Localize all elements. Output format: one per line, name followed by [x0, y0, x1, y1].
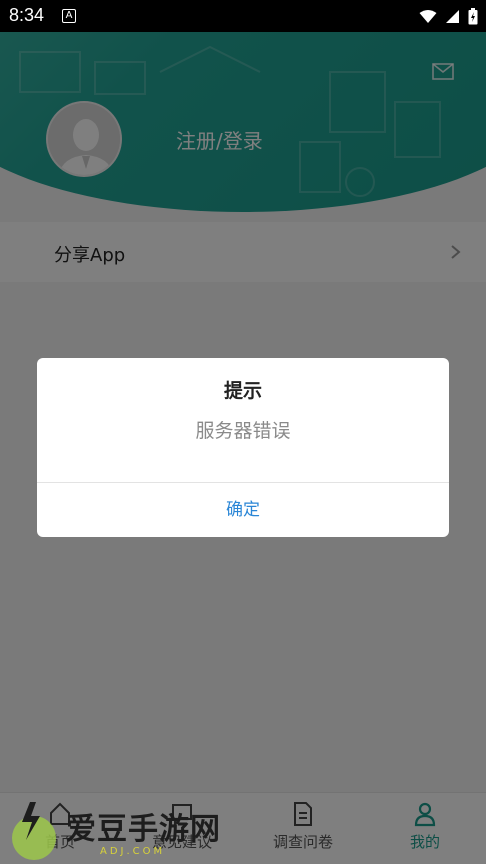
- status-bar: 8:34 A: [0, 0, 486, 32]
- signal-icon: [446, 9, 459, 23]
- notification-icon: A: [62, 9, 76, 23]
- dialog-message: 服务器错误: [195, 420, 291, 442]
- dialog-title: 提示: [223, 380, 262, 402]
- status-time: 8:34: [9, 5, 45, 25]
- system-icons: [419, 7, 478, 25]
- confirm-button[interactable]: 确定: [37, 483, 449, 537]
- alert-dialog: 提示 服务器错误 确定: [37, 358, 449, 537]
- wifi-icon: [419, 9, 437, 23]
- battery-icon: [468, 7, 478, 24]
